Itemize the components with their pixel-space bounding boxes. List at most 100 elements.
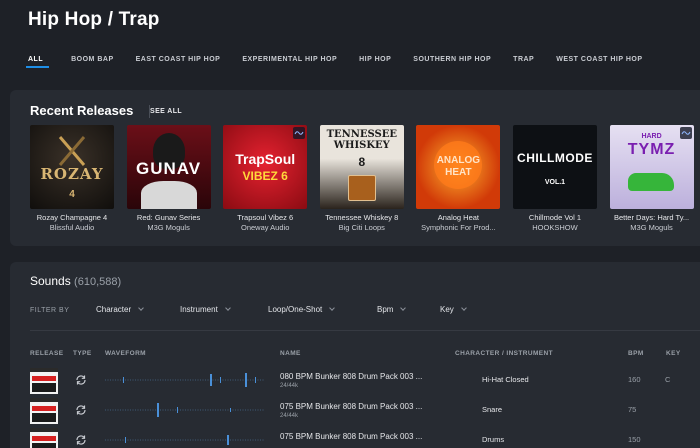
- tab-experimental-hip-hop[interactable]: EXPERIMENTAL HIP HOP: [242, 54, 337, 63]
- cover-art-sub: VIBEZ 6: [242, 169, 288, 183]
- release-thumb: [30, 368, 58, 394]
- filter-divider: [30, 330, 700, 331]
- release-title: Tennessee Whiskey 8: [325, 213, 399, 222]
- release-list: ROZAY 4 Rozay Champagne 4 Blissful Audio…: [30, 125, 694, 235]
- release-title: Better Days: Hard Ty...: [613, 213, 690, 222]
- release-cover: CHILLMODE VOL.1: [512, 125, 597, 209]
- sound-row[interactable]: 075 BPM Bunker 808 Drum Pack 003 ... 24/…: [10, 396, 700, 424]
- sounds-title: Sounds (610,588): [30, 274, 121, 288]
- champagne-art: [58, 136, 86, 166]
- tab-all[interactable]: ALL: [25, 54, 50, 68]
- cover-art-text: TYMZ: [627, 141, 676, 158]
- waveform[interactable]: [105, 403, 265, 417]
- cover-art-text: TENNESSEE WHISKEY: [326, 129, 397, 151]
- sound-bpm: 150: [628, 435, 641, 444]
- col-bpm[interactable]: BPM: [628, 350, 644, 357]
- sneaker-art: [627, 173, 674, 191]
- thumb-band: [32, 436, 56, 441]
- col-type[interactable]: TYPE: [73, 350, 92, 357]
- cover-art-sub: VOL.1: [544, 179, 566, 186]
- tab-hip-hop[interactable]: HIP HOP: [359, 54, 391, 63]
- cover-art-text: TrapSoul: [235, 151, 296, 167]
- recent-releases-panel: Recent Releases SEE ALL ROZAY 4 Rozay Ch…: [10, 90, 700, 246]
- tab-southern-hip-hop[interactable]: SOUTHERN HIP HOP: [413, 54, 491, 63]
- thumb-band: [30, 398, 58, 402]
- filter-character[interactable]: Character: [96, 305, 144, 314]
- thumb-band: [32, 376, 56, 381]
- release-title: Analog Heat: [437, 213, 480, 222]
- release-label: HOOKSHOW: [532, 223, 578, 232]
- release-card[interactable]: TrapSoul VIBEZ 6 Trapsoul Vibez 6 Oneway…: [223, 125, 308, 235]
- sound-name[interactable]: 080 BPM Bunker 808 Drum Pack 003 ...: [280, 372, 422, 381]
- release-label: Oneway Audio: [241, 223, 290, 232]
- sound-name[interactable]: 075 BPM Bunker 808 Drum Pack 003 ...: [280, 402, 422, 411]
- filter-label: Character: [96, 305, 132, 314]
- release-title: Chillmode Vol 1: [528, 213, 582, 222]
- release-badge: [293, 127, 306, 139]
- release-label: M3G Moguls: [147, 223, 190, 232]
- cover-art-sub: 4: [69, 189, 75, 200]
- col-character[interactable]: CHARACTER / INSTRUMENT: [455, 350, 553, 357]
- sound-rate: 24/44k: [280, 383, 299, 389]
- filter-label: Key: [440, 305, 454, 314]
- thumb-band: [32, 443, 56, 448]
- tab-boom-bap[interactable]: BOOM BAP: [71, 54, 114, 63]
- thumb-band: [32, 383, 56, 392]
- release-badge: [679, 127, 692, 139]
- release-cover: ANALOG HEAT: [416, 125, 501, 209]
- col-release[interactable]: RELEASE: [30, 350, 64, 357]
- release-card[interactable]: ANALOG HEAT Analog Heat Symphonic For Pr…: [416, 125, 501, 235]
- release-card[interactable]: HARD TYMZ Better Days: Hard Ty... M3G Mo…: [609, 125, 694, 235]
- thumb-band: [30, 368, 58, 372]
- genre-tabs: ALL BOOM BAP EAST COAST HIP HOP EXPERIME…: [25, 54, 665, 70]
- sound-rate: 24/44k: [280, 413, 299, 419]
- sound-character: Hi-Hat Closed: [482, 375, 529, 384]
- thumb-band: [30, 428, 58, 432]
- sound-bpm: 160: [628, 375, 641, 384]
- thumb-band: [32, 406, 56, 411]
- release-card[interactable]: CHILLMODE VOL.1 Chillmode Vol 1 HOOKSHOW: [512, 125, 597, 235]
- release-card[interactable]: ROZAY 4 Rozay Champagne 4 Blissful Audio: [30, 125, 114, 235]
- release-card[interactable]: GUNAV Red: Gunav Series M3G Moguls: [126, 125, 211, 235]
- loop-icon: [76, 375, 86, 385]
- release-cover: TENNESSEE WHISKEY 8: [319, 125, 404, 209]
- sounds-panel: Sounds (610,588) FILTER BY Character Ins…: [10, 262, 700, 448]
- tab-west-coast-hip-hop[interactable]: WEST COAST HIP HOP: [556, 54, 642, 63]
- loop-icon: [76, 405, 86, 415]
- loop-icon: [76, 435, 86, 445]
- release-cover: HARD TYMZ: [609, 125, 694, 209]
- filter-key[interactable]: Key: [440, 305, 467, 314]
- chevron-down-icon: [224, 305, 231, 311]
- release-title: Red: Gunav Series: [136, 213, 201, 222]
- filter-loop-one-shot[interactable]: Loop/One-Shot: [268, 305, 336, 314]
- page-title: Hip Hop / Trap: [28, 9, 160, 30]
- col-name[interactable]: NAME: [280, 350, 301, 357]
- col-key[interactable]: KEY: [666, 350, 681, 357]
- tab-east-coast-hip-hop[interactable]: EAST COAST HIP HOP: [136, 54, 221, 63]
- sound-key: C: [665, 375, 671, 384]
- waveform[interactable]: [105, 433, 265, 447]
- filter-bpm[interactable]: Bpm: [377, 305, 407, 314]
- thumb-band: [32, 413, 56, 422]
- filter-instrument[interactable]: Instrument: [180, 305, 231, 314]
- sound-row[interactable]: 080 BPM Bunker 808 Drum Pack 003 ... 24/…: [10, 366, 700, 394]
- sound-row[interactable]: 075 BPM Bunker 808 Drum Pack 003 ... Dru…: [10, 426, 700, 448]
- see-all-link[interactable]: SEE ALL: [150, 108, 182, 115]
- sound-character: Drums: [482, 435, 505, 444]
- waveform[interactable]: [105, 373, 265, 387]
- chevron-down-icon: [400, 305, 407, 311]
- tab-trap[interactable]: TRAP: [513, 54, 534, 63]
- release-label: M3G Moguls: [630, 223, 673, 232]
- filter-label: Loop/One-Shot: [268, 305, 323, 314]
- cover-figure-body: [140, 181, 197, 209]
- sound-name[interactable]: 075 BPM Bunker 808 Drum Pack 003 ...: [280, 432, 422, 441]
- col-waveform[interactable]: WAVEFORM: [105, 350, 146, 357]
- release-cover: GUNAV: [126, 125, 211, 209]
- chevron-down-icon: [460, 305, 467, 311]
- filter-label: Bpm: [377, 305, 394, 314]
- recent-releases-title: Recent Releases: [30, 103, 134, 118]
- release-card[interactable]: TENNESSEE WHISKEY 8 Tennessee Whiskey 8 …: [319, 125, 404, 235]
- release-cover: ROZAY 4: [30, 125, 114, 209]
- sound-bpm: 75: [628, 405, 637, 414]
- filter-by-label: FILTER BY: [30, 307, 70, 314]
